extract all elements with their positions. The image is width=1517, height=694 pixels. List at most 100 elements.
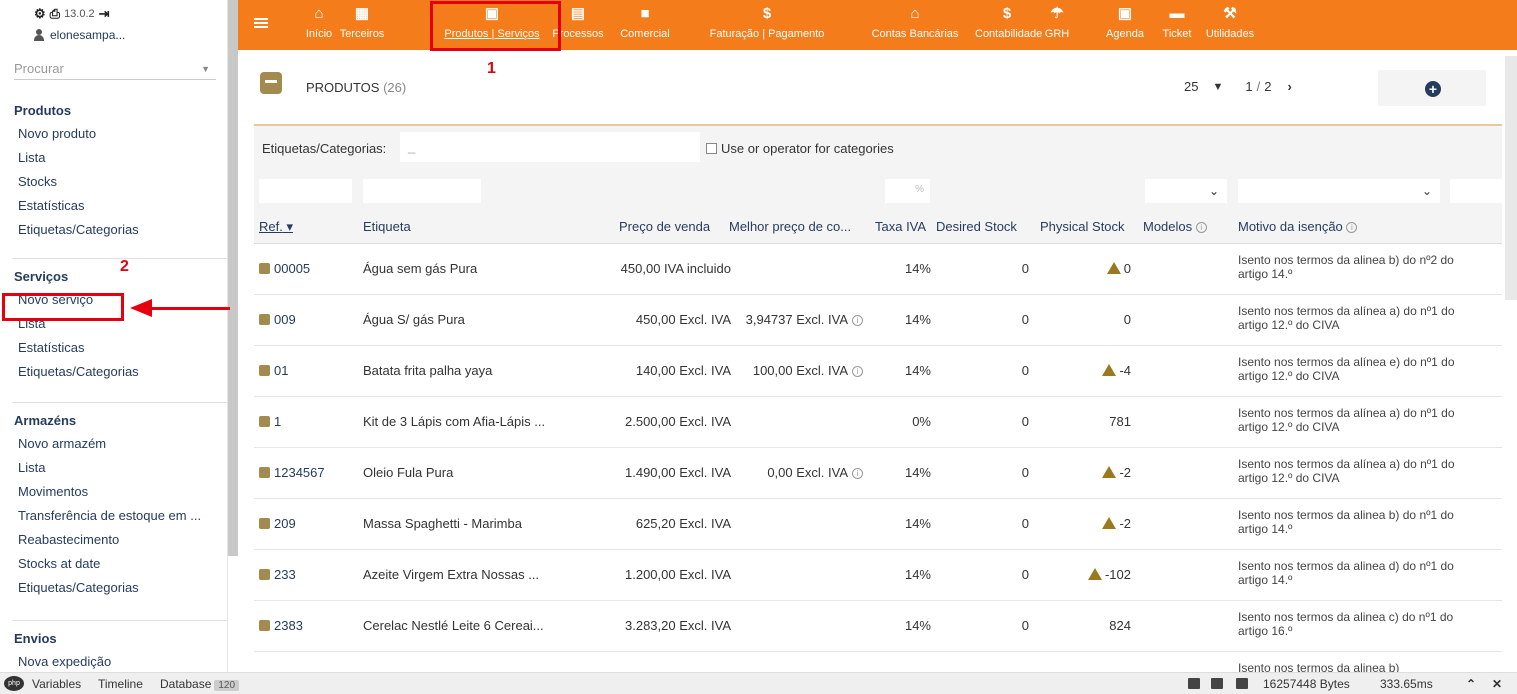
printer-icon[interactable]: ⎙ bbox=[50, 6, 60, 22]
col-modelos[interactable]: Modelos i bbox=[1143, 219, 1207, 234]
sidebar-item[interactable]: Reabastecimento bbox=[0, 528, 227, 552]
product-ref-link[interactable]: 00005 bbox=[259, 261, 310, 276]
nav-item-0[interactable]: ⌂ Início bbox=[298, 0, 340, 50]
product-ref-link[interactable]: 233 bbox=[259, 567, 296, 582]
add-product-button[interactable]: + bbox=[1378, 70, 1486, 106]
search-placeholder: Procurar bbox=[14, 61, 64, 76]
ref-filter-input[interactable] bbox=[259, 179, 352, 203]
nav-item-8[interactable]: ☂ GRH bbox=[1039, 0, 1075, 50]
col-preco-venda[interactable]: Preço de venda bbox=[619, 219, 710, 234]
sidebar-item[interactable]: Novo armazém bbox=[0, 432, 227, 456]
sidebar-item[interactable]: Estatísticas bbox=[0, 336, 227, 360]
col-motivo-isencao[interactable]: Motivo da isenção i bbox=[1238, 219, 1358, 234]
database-icon[interactable] bbox=[1236, 678, 1248, 689]
sale-price: 2.500,00 Excl. IVA bbox=[625, 414, 731, 429]
product-ref-link[interactable]: 1 bbox=[259, 414, 281, 429]
bug-icon[interactable]: ⚙ bbox=[34, 6, 46, 22]
sidebar-item[interactable]: Etiquetas/Categorias bbox=[0, 576, 227, 600]
sale-price: 1.490,00 Excl. IVA bbox=[625, 465, 731, 480]
sidebar-item[interactable]: Etiquetas/Categorias bbox=[0, 218, 227, 242]
sidebar-item[interactable]: Estatísticas bbox=[0, 194, 227, 218]
category-filter-bar: Etiquetas/Categorias: _ Use or operator … bbox=[254, 126, 1502, 172]
col-desired-stock[interactable]: Desired Stock bbox=[936, 219, 1017, 234]
nav-item-7[interactable]: $ Contabilidade bbox=[975, 0, 1042, 50]
nav-item-5[interactable]: $ Faturação | Pagamento bbox=[681, 0, 853, 50]
sidebar-section-title[interactable]: Armazéns bbox=[0, 410, 227, 432]
close-icon[interactable]: ✕ bbox=[1492, 677, 1502, 691]
debug-tab-database[interactable]: Database 120 bbox=[160, 677, 240, 691]
chevron-down-icon[interactable]: ▼ bbox=[1212, 81, 1223, 93]
physical-stock-value: 0 bbox=[1123, 261, 1131, 276]
col-ref-sort[interactable]: Ref. ▾ bbox=[259, 219, 293, 235]
page-separator: / bbox=[1256, 79, 1261, 94]
table-row: 233 Azeite Virgem Extra Nossas ... 1.200,0… bbox=[254, 550, 1502, 601]
sidebar-item[interactable]: Stocks bbox=[0, 170, 227, 194]
monitor-icon[interactable] bbox=[1211, 678, 1223, 689]
vat-filter-input[interactable]: % bbox=[885, 179, 930, 203]
best-price-value: 3,94737 Excl. IVA bbox=[745, 312, 848, 327]
column-filters: % ⌄ ⌄ bbox=[254, 172, 1502, 208]
nav-item-label: Contas Bancárias bbox=[871, 28, 959, 40]
sidebar-section-title[interactable]: Envios bbox=[0, 628, 227, 650]
nav-item-label: Faturação | Pagamento bbox=[709, 28, 825, 40]
table-row: 209 Massa Spaghetti - Marimba 625,20 Excl.… bbox=[254, 499, 1502, 550]
physical-stock: -2 bbox=[1102, 516, 1131, 531]
next-page-icon[interactable]: › bbox=[1287, 79, 1291, 94]
sidebar-item[interactable]: Lista bbox=[0, 146, 227, 170]
chevron-up-icon[interactable]: ⌃ bbox=[1466, 677, 1476, 691]
category-filter-input[interactable]: _ bbox=[400, 132, 700, 162]
per-page-select[interactable]: 25 bbox=[1184, 79, 1198, 94]
sidebar-section-title[interactable]: Serviços bbox=[0, 266, 227, 288]
user-link[interactable]: elonesampa... bbox=[34, 28, 125, 42]
nav-item-9[interactable]: ▣ Agenda bbox=[1098, 0, 1152, 50]
product-ref-link[interactable]: 209 bbox=[259, 516, 296, 531]
desired-stock: 0 bbox=[1021, 261, 1029, 276]
label-filter-input[interactable] bbox=[363, 179, 481, 203]
or-operator-checkbox[interactable]: Use or operator for categories bbox=[706, 141, 894, 156]
php-logo-icon[interactable]: php bbox=[4, 676, 24, 691]
product-ref: 2383 bbox=[274, 618, 303, 633]
mail-icon[interactable] bbox=[1188, 678, 1200, 689]
modelos-filter-select[interactable]: ⌄ bbox=[1145, 179, 1227, 203]
current-page[interactable]: 1 bbox=[1245, 79, 1252, 94]
sidebar-item[interactable]: Etiquetas/Categorias bbox=[0, 360, 227, 384]
best-purchase-price: 100,00 Excl. IVA i bbox=[753, 363, 863, 378]
info-icon[interactable]: i bbox=[852, 315, 863, 327]
col-melhor-preco[interactable]: Melhor preço de co... bbox=[729, 219, 851, 234]
hamburger-menu-icon[interactable] bbox=[254, 18, 268, 28]
sidebar-scrollbar[interactable] bbox=[228, 0, 238, 556]
product-ref-link[interactable]: 009 bbox=[259, 312, 296, 327]
sidebar-search-select[interactable]: Procurar ▼ bbox=[14, 58, 216, 80]
nav-item-1[interactable]: ▦ Terceiros bbox=[337, 0, 387, 50]
product-label: Água sem gás Pura bbox=[363, 261, 478, 276]
col-etiqueta[interactable]: Etiqueta bbox=[363, 219, 411, 234]
sidebar-item[interactable]: Transferência de estoque em ... bbox=[0, 504, 227, 528]
main-scrollbar[interactable] bbox=[1505, 56, 1517, 300]
sidebar-item[interactable]: Movimentos bbox=[0, 480, 227, 504]
extra-filter-input[interactable] bbox=[1450, 179, 1502, 203]
nav-item-6[interactable]: ⌂ Contas Bancárias bbox=[856, 0, 974, 50]
nav-item-11[interactable]: ⚒ Utilidades bbox=[1200, 0, 1260, 50]
physical-stock-value: 824 bbox=[1109, 618, 1131, 633]
info-icon[interactable]: i bbox=[852, 468, 863, 480]
info-icon[interactable]: i bbox=[852, 366, 863, 378]
best-price-value: 100,00 Excl. IVA bbox=[752, 363, 848, 378]
sidebar-section-title[interactable]: Produtos bbox=[0, 100, 227, 122]
product-ref-link[interactable]: 01 bbox=[259, 363, 288, 378]
product-ref-link[interactable]: 1234567 bbox=[259, 465, 325, 480]
nav-item-10[interactable]: ▬ Ticket bbox=[1156, 0, 1198, 50]
sidebar-item[interactable]: Stocks at date bbox=[0, 552, 227, 576]
nav-item-4[interactable]: ■ Comercial bbox=[615, 0, 675, 50]
sidebar-item[interactable]: Lista bbox=[0, 456, 227, 480]
col-physical-stock[interactable]: Physical Stock bbox=[1040, 219, 1125, 234]
motivo-filter-select[interactable]: ⌄ bbox=[1238, 179, 1440, 203]
debug-tab-timeline[interactable]: Timeline bbox=[98, 677, 143, 691]
debug-tab-variables[interactable]: Variables bbox=[32, 677, 81, 691]
sidebar-item[interactable]: Nova expedição bbox=[0, 650, 227, 672]
checkbox-icon[interactable] bbox=[706, 143, 717, 154]
product-ref-link[interactable]: 2383 bbox=[259, 618, 303, 633]
sidebar-item[interactable]: Novo produto bbox=[0, 122, 227, 146]
total-pages: 2 bbox=[1264, 79, 1272, 94]
col-taxa-iva[interactable]: Taxa IVA bbox=[875, 219, 926, 234]
logout-icon[interactable]: ⇥ bbox=[99, 6, 110, 22]
